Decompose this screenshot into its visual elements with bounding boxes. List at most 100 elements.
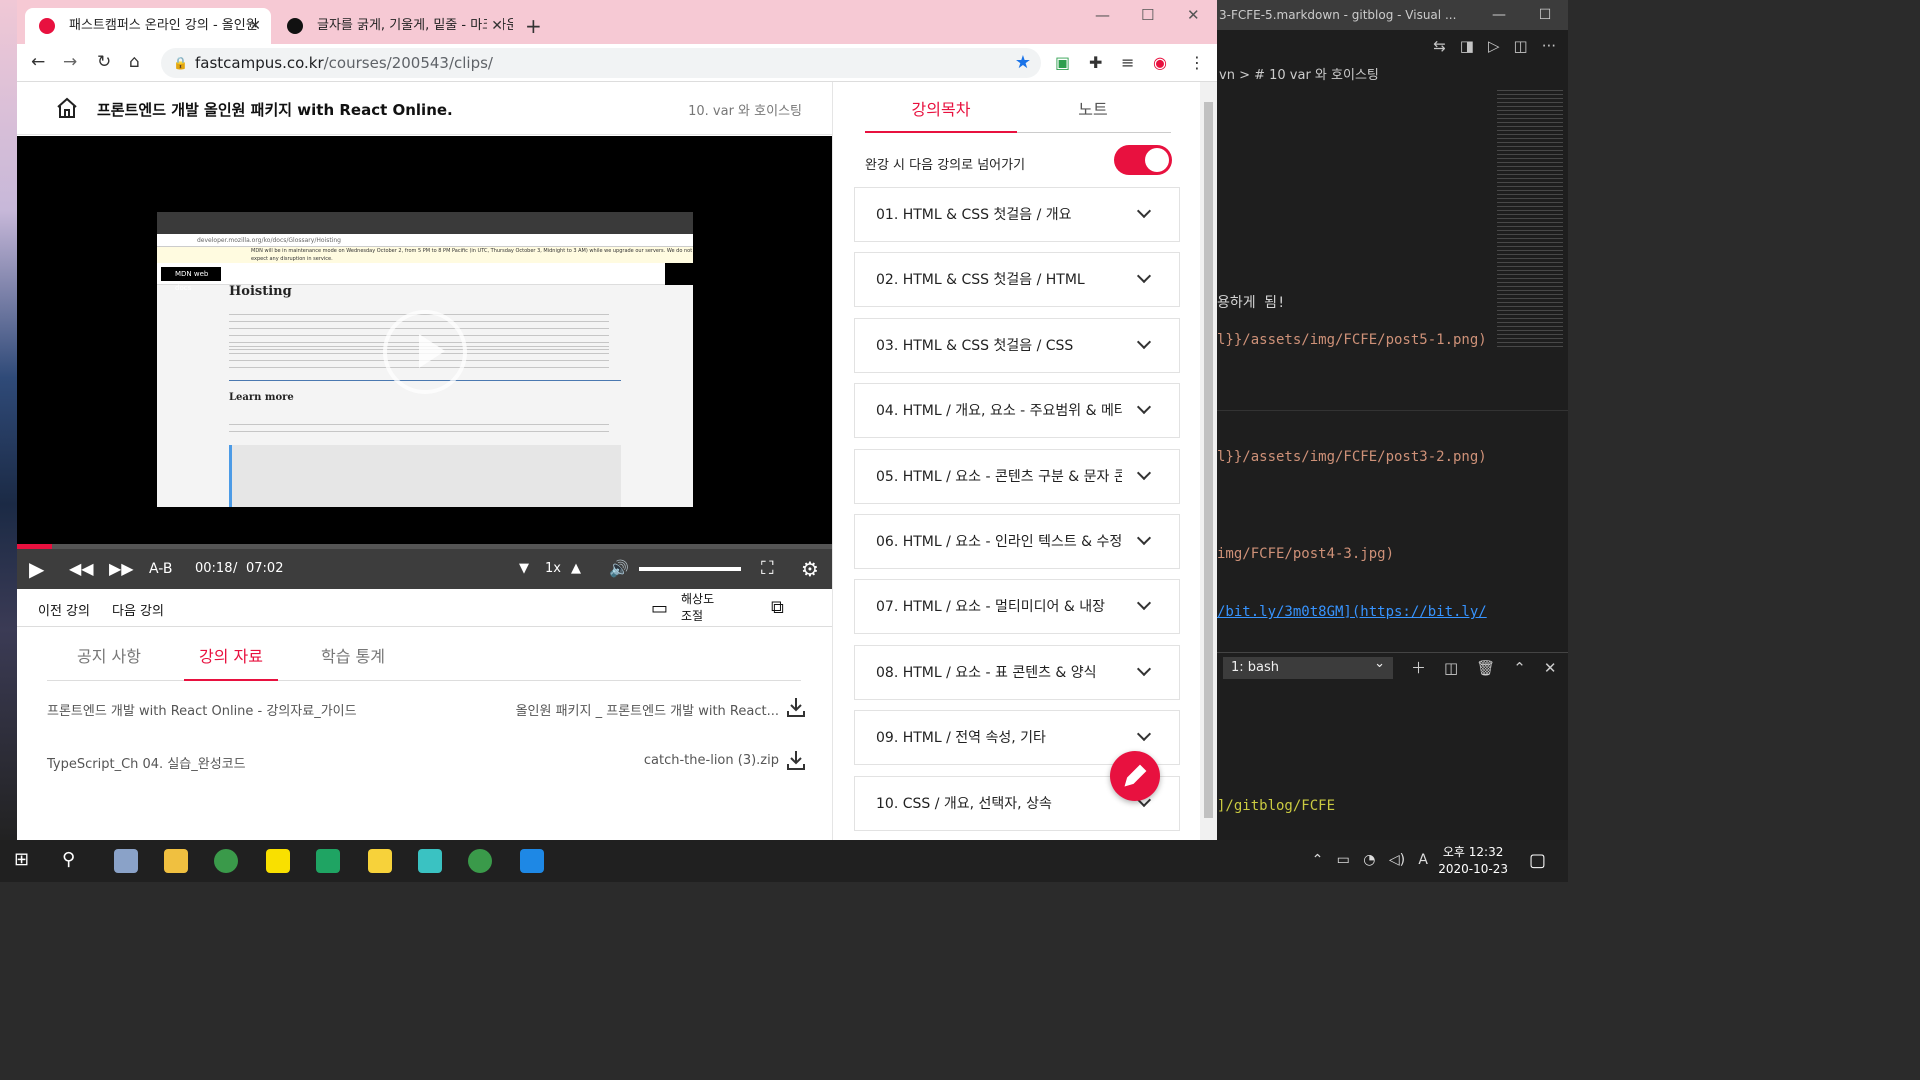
chapter-item[interactable]: 04. HTML / 개요, 요소 - 주요범위 & 메타데이터 [854, 383, 1180, 439]
puzzle-icon[interactable]: ✚ [1089, 53, 1102, 72]
clock[interactable]: 오후 12:32 2020-10-23 [1438, 844, 1508, 878]
fast-forward-icon[interactable]: ▶▶ [109, 549, 134, 589]
pip-icon[interactable]: ⧉ [771, 597, 784, 618]
browser-tab[interactable]: 글자를 굵게, 기울게, 밑줄 - 마크다운 ✕ [273, 8, 513, 44]
maximize-icon[interactable]: ☐ [1141, 6, 1154, 24]
chevron-down-icon[interactable] [1136, 334, 1152, 349]
sticky-notes-icon[interactable] [368, 849, 392, 873]
tab-materials[interactable]: 강의 자료 [184, 643, 278, 681]
chevron-up-icon[interactable]: ⌃ [1513, 659, 1526, 677]
more-actions-icon[interactable]: ··· [1542, 37, 1556, 55]
code-editor[interactable]: 용하게 됨! l}}/assets/img/FCFE/post5-1.png) … [1217, 90, 1487, 650]
new-tab-icon[interactable]: + [525, 14, 542, 38]
fullscreen-icon[interactable]: ⛶ [761, 549, 774, 589]
close-tab-icon[interactable]: ✕ [249, 8, 261, 44]
chevron-down-icon[interactable] [1136, 269, 1152, 284]
material-title[interactable]: TypeScript_Ch 04. 실습_완성코드 [47, 757, 246, 772]
chapter-item[interactable]: 07. HTML / 요소 - 멀티미디어 & 내장 [854, 579, 1180, 635]
file-explorer-icon[interactable] [164, 849, 188, 873]
close-tab-icon[interactable]: ✕ [487, 8, 503, 44]
chapter-item[interactable]: 03. HTML & CSS 첫걸음 / CSS [854, 317, 1180, 373]
compare-icon[interactable]: ⇆ [1433, 37, 1446, 55]
wifi-icon[interactable]: ◔ [1363, 852, 1375, 868]
material-file[interactable]: catch-the-lion (3).zip [644, 753, 779, 768]
rewind-icon[interactable]: ◀◀ [69, 549, 94, 589]
extension-icon[interactable]: ▣ [1055, 53, 1070, 72]
chrome-active-icon[interactable] [468, 849, 492, 873]
scrollbar-thumb[interactable] [1204, 102, 1213, 818]
play-icon[interactable]: ▶ [29, 549, 44, 589]
chevron-down-icon[interactable] [1136, 203, 1152, 219]
play-overlay-icon[interactable] [383, 310, 467, 394]
chevron-down-icon[interactable] [1136, 727, 1152, 742]
address-bar[interactable]: 🔒 fastcampus.co.kr/courses/200543/clips/… [161, 48, 1041, 78]
tab-notes[interactable]: 노트 [1017, 96, 1169, 133]
resolution-icon[interactable]: ▭ [651, 598, 668, 619]
menu-icon[interactable]: ⋮ [1189, 53, 1205, 72]
chrome-icon[interactable] [214, 849, 238, 873]
media-control-icon[interactable]: ≡ [1121, 53, 1134, 72]
snip-app-icon[interactable] [114, 849, 138, 873]
split-editor-icon[interactable]: ◫ [1514, 37, 1528, 55]
chevron-down-icon[interactable] [1136, 400, 1152, 415]
video-player[interactable]: developer.mozilla.org/ko/docs/Glossary/H… [17, 136, 832, 549]
chapter-item[interactable]: 01. HTML & CSS 첫걸음 / 개요 [854, 187, 1180, 242]
download-icon[interactable] [785, 696, 807, 718]
terminal-select[interactable]: 1: bash [1223, 653, 1393, 679]
material-title[interactable]: 프론트엔드 개발 with React Online - 강의자료_가이드 [47, 704, 357, 719]
edit-note-button[interactable] [1110, 751, 1160, 801]
windows-start-icon[interactable]: ⊞ [14, 849, 38, 873]
notification-icon[interactable]: ▢ [1529, 850, 1546, 871]
browser-tab-active[interactable]: 패스트캠퍼스 온라인 강의 - 올인원 ✕ [25, 8, 271, 44]
bird-app-icon[interactable] [418, 849, 442, 873]
chapter-item[interactable]: 08. HTML / 요소 - 표 콘텐츠 & 양식 [854, 644, 1180, 700]
back-icon[interactable]: ← [31, 52, 45, 72]
close-icon[interactable]: ✕ [1544, 659, 1557, 677]
new-terminal-icon[interactable]: ＋ [1411, 657, 1426, 678]
chevron-down-icon[interactable] [1136, 661, 1152, 676]
close-window-icon[interactable]: ✕ [1187, 6, 1200, 24]
battery-icon[interactable]: ▭ [1337, 852, 1350, 868]
trash-icon[interactable]: 🗑 [1476, 659, 1495, 677]
home-icon[interactable]: ⌂ [129, 52, 140, 72]
autoplay-toggle[interactable] [1114, 145, 1172, 175]
run-icon[interactable]: ▷ [1488, 37, 1500, 55]
search-icon[interactable]: ⚲ [62, 849, 86, 873]
chevron-down-icon[interactable] [1136, 530, 1152, 546]
home-icon[interactable] [55, 96, 79, 120]
chapter-item[interactable]: 02. HTML & CSS 첫걸음 / HTML [854, 252, 1180, 308]
profile-avatar[interactable]: ◉ [1153, 53, 1167, 72]
chevron-up-icon[interactable]: ⌃ [1312, 852, 1324, 868]
forward-icon[interactable]: → [63, 52, 77, 72]
speed-down-icon[interactable]: ▼ [519, 549, 529, 589]
reload-icon[interactable]: ↻ [97, 52, 111, 72]
sheets-icon[interactable] [316, 849, 340, 873]
tab-stats[interactable]: 학습 통계 [306, 643, 400, 667]
chevron-down-icon[interactable] [1136, 465, 1152, 480]
material-file[interactable]: 올인원 패키지 _ 프론트엔드 개발 with React... [516, 700, 779, 719]
chapter-item[interactable]: 06. HTML / 요소 - 인라인 텍스트 & 수정 [854, 514, 1180, 569]
minimize-icon[interactable]: — [1095, 6, 1110, 24]
split-terminal-icon[interactable]: ◫ [1444, 659, 1458, 677]
ab-repeat-button[interactable]: A-B [149, 549, 172, 589]
prev-lecture-button[interactable]: 이전 강의 [38, 600, 90, 619]
volume-slider[interactable] [639, 567, 741, 571]
resolution-button[interactable]: 해상도 조절 [681, 591, 714, 625]
minimap[interactable] [1497, 90, 1563, 350]
volume-icon[interactable]: ◁) [1389, 852, 1405, 868]
settings-gear-icon[interactable]: ⚙ [801, 549, 819, 589]
download-icon[interactable] [785, 749, 807, 771]
minimize-icon[interactable]: — [1476, 0, 1522, 30]
tab-notice[interactable]: 공지 사항 [62, 643, 156, 667]
preview-icon[interactable]: ◨ [1460, 37, 1474, 55]
breadcrumb[interactable]: vn > # 10 var 와 호이스팅 [1217, 62, 1568, 90]
speed-up-icon[interactable]: ▲ [571, 549, 581, 589]
next-lecture-button[interactable]: 다음 강의 [112, 600, 164, 619]
chevron-down-icon[interactable] [1136, 596, 1152, 611]
bookmark-star-icon[interactable]: ★ [1015, 48, 1031, 78]
kakaotalk-icon[interactable] [266, 849, 290, 873]
volume-icon[interactable]: 🔊 [609, 549, 629, 589]
page-scrollbar[interactable] [1200, 82, 1217, 840]
chapter-item[interactable]: 05. HTML / 요소 - 콘텐츠 구분 & 문자 콘텐츠 [854, 448, 1180, 504]
maximize-icon[interactable]: ☐ [1522, 0, 1568, 30]
